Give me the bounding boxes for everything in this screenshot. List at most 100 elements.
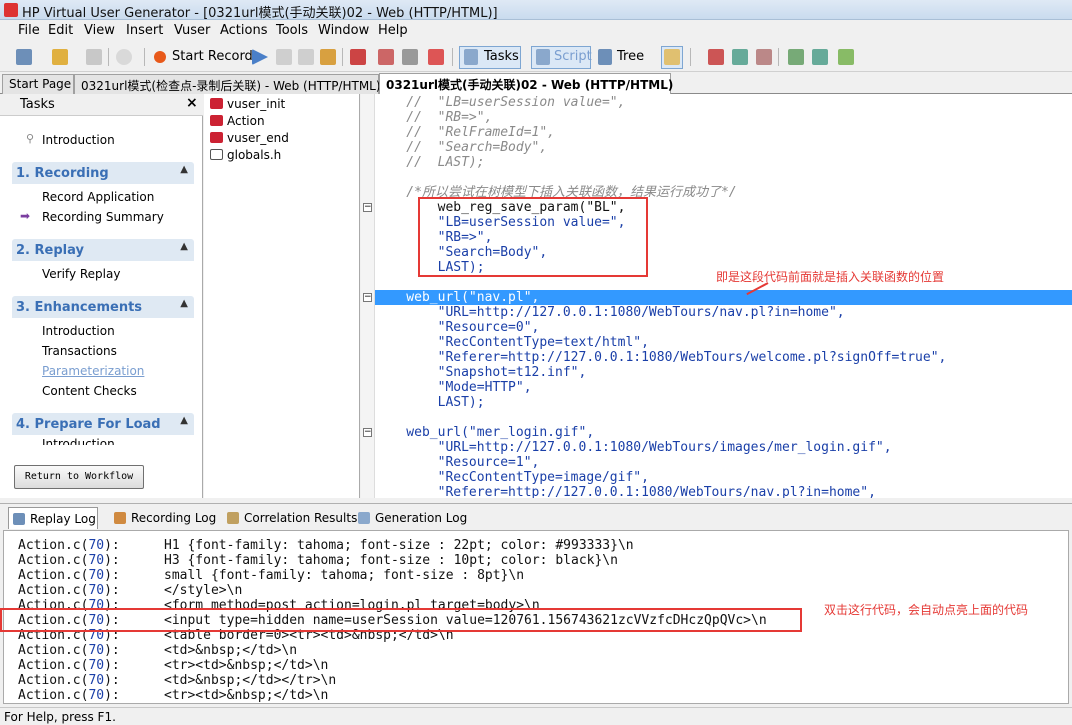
menu-bar: File Edit View Insert Vuser Actions Tool… [0,20,1072,42]
stop-icon[interactable] [298,49,314,65]
tree-item-vuser-init[interactable]: vuser_init [210,97,285,111]
breakpoint-icon[interactable] [378,49,394,65]
return-to-workflow-button[interactable]: Return to Workflow [14,465,144,489]
task-group-replay[interactable]: 2. Replay ▲ [12,239,194,261]
script-button[interactable]: Script [554,49,592,64]
header-file-icon [210,149,223,160]
log-annotation: 双击这行代码，会自动点亮上面的代码 [824,603,1029,617]
snapshot-icon[interactable] [732,49,748,65]
log-source-suffix: ): [104,553,120,568]
code-line: "RecContentType=text/html", [375,335,649,350]
runtime-settings-icon[interactable] [402,49,418,65]
tree-item-vuser-end[interactable]: vuser_end [210,131,289,145]
tree-item-action[interactable]: Action [210,114,265,128]
save-icon[interactable] [86,49,102,65]
log-line[interactable]: Action.c(70): <td>&nbsp;</td>\n [18,643,1058,658]
options-icon[interactable] [428,49,444,65]
start-record-button[interactable]: Start Record [172,49,253,64]
task-introduction[interactable]: Introduction [42,133,115,147]
action-icon [210,98,223,109]
log-line-number: 70 [88,568,105,583]
code-line: "Mode=HTTP", [375,380,532,395]
menu-insert[interactable]: Insert [126,23,163,38]
task-enh-introduction[interactable]: Introduction [42,324,115,338]
menu-actions[interactable]: Actions [220,23,268,38]
fold-toggle-icon[interactable]: − [363,293,372,302]
insert-step-icon[interactable] [350,49,366,65]
tab-start-page[interactable]: Start Page [2,74,74,94]
menu-vuser[interactable]: Vuser [174,23,210,38]
task-content-checks[interactable]: Content Checks [42,384,137,398]
tasks-button[interactable]: Tasks [484,49,519,64]
menu-window[interactable]: Window [318,23,369,38]
status-text: For Help, press F1. [4,710,116,724]
record-icon[interactable] [154,51,166,63]
menu-edit[interactable]: Edit [48,23,73,38]
tasks-icon[interactable] [464,49,478,65]
close-icon[interactable]: × [186,95,198,111]
menu-view[interactable]: View [84,23,115,38]
toolbar-separator [778,48,779,66]
task-record-application[interactable]: Record Application [42,190,154,204]
compile-icon[interactable] [320,49,336,65]
step-icon[interactable] [276,49,292,65]
task-group-recording[interactable]: 1. Recording ▲ [12,162,194,184]
log-line[interactable]: Action.c(70): </style>\n [18,583,1058,598]
task-transactions[interactable]: Transactions [42,344,117,358]
action-icon [210,115,223,126]
log-line[interactable]: Action.c(70): <tr><td>&nbsp;</td>\n [18,688,1058,703]
correlate-icon[interactable] [708,49,724,65]
menu-tools[interactable]: Tools [276,23,308,38]
chevron-up-icon[interactable]: ▲ [180,415,188,426]
tab-recording-log[interactable]: Recording Log [114,507,216,529]
tab-correlation-results[interactable]: Correlation Results [227,507,357,529]
task-group-enhancements[interactable]: 3. Enhancements ▲ [12,296,194,318]
log-line[interactable]: Action.c(70): <td>&nbsp;</td></tr>\n [18,673,1058,688]
log-line[interactable]: Action.c(70): <tr><td>&nbsp;</td>\n [18,658,1058,673]
fold-toggle-icon[interactable]: − [363,203,372,212]
code-editor[interactable]: // "LB=userSession value=", // "RB=>", /… [375,94,1072,498]
chevron-up-icon[interactable]: ▲ [180,298,188,309]
tree-button[interactable]: Tree [617,49,644,64]
log-source-suffix: ): [104,643,120,658]
transaction-icon[interactable] [812,49,828,65]
parameter-icon[interactable] [788,49,804,65]
tab-replay-log[interactable]: Replay Log [8,507,98,529]
chevron-up-icon[interactable]: ▲ [180,241,188,252]
menu-help[interactable]: Help [378,23,408,38]
code-line: LAST); [375,395,485,410]
log-line[interactable]: Action.c(70): H3 {font-family: tahoma; fo… [18,553,1058,568]
chevron-up-icon[interactable]: ▲ [180,164,188,175]
compare-icon[interactable] [756,49,772,65]
document-tab-strip: Start Page 0321url模式(检查点-录制后关联) - Web (H… [0,72,1072,95]
tab-manual-correlation-script[interactable]: 0321url模式(手动关联)02 - Web (HTTP/HTML) [379,73,673,95]
task-group-prepare-for-load[interactable]: 4. Prepare For Load ▲ [12,413,194,435]
fold-toggle-icon[interactable]: − [363,428,372,437]
tab-generation-log[interactable]: Generation Log [358,507,467,529]
script-icon[interactable] [536,49,550,65]
tasks-title: Tasks [20,97,55,112]
task-parameterization[interactable]: Parameterization [42,364,144,378]
task-load-introduction[interactable]: Introduction [42,437,115,445]
toolbar-separator [108,48,109,66]
play-icon[interactable] [252,49,268,65]
code-gutter: − − − [361,94,375,498]
output-pane-icon[interactable] [664,49,680,65]
find-icon[interactable] [116,49,132,65]
log-text: </style>\n [164,583,243,598]
task-recording-summary[interactable]: Recording Summary [42,210,164,224]
log-highlight-box [0,608,802,632]
rendezvous-icon[interactable] [838,49,854,65]
log-source-suffix: ): [104,688,120,703]
open-folder-icon[interactable] [52,49,68,65]
tree-icon[interactable] [598,49,612,65]
code-line: // "Search=Body", [375,140,548,155]
menu-file[interactable]: File [18,23,40,38]
new-script-icon[interactable] [16,49,32,65]
log-line[interactable]: Action.c(70): H1 {font-family: tahoma; fo… [18,538,1058,553]
tree-item-globals[interactable]: globals.h [210,148,281,162]
log-line[interactable]: Action.c(70): small {font-family: tahoma;… [18,568,1058,583]
task-verify-replay[interactable]: Verify Replay [42,267,120,281]
tab-recorded-correlation-script[interactable]: 0321url模式(检查点-录制后关联) - Web (HTTP/HTML) [74,74,381,94]
